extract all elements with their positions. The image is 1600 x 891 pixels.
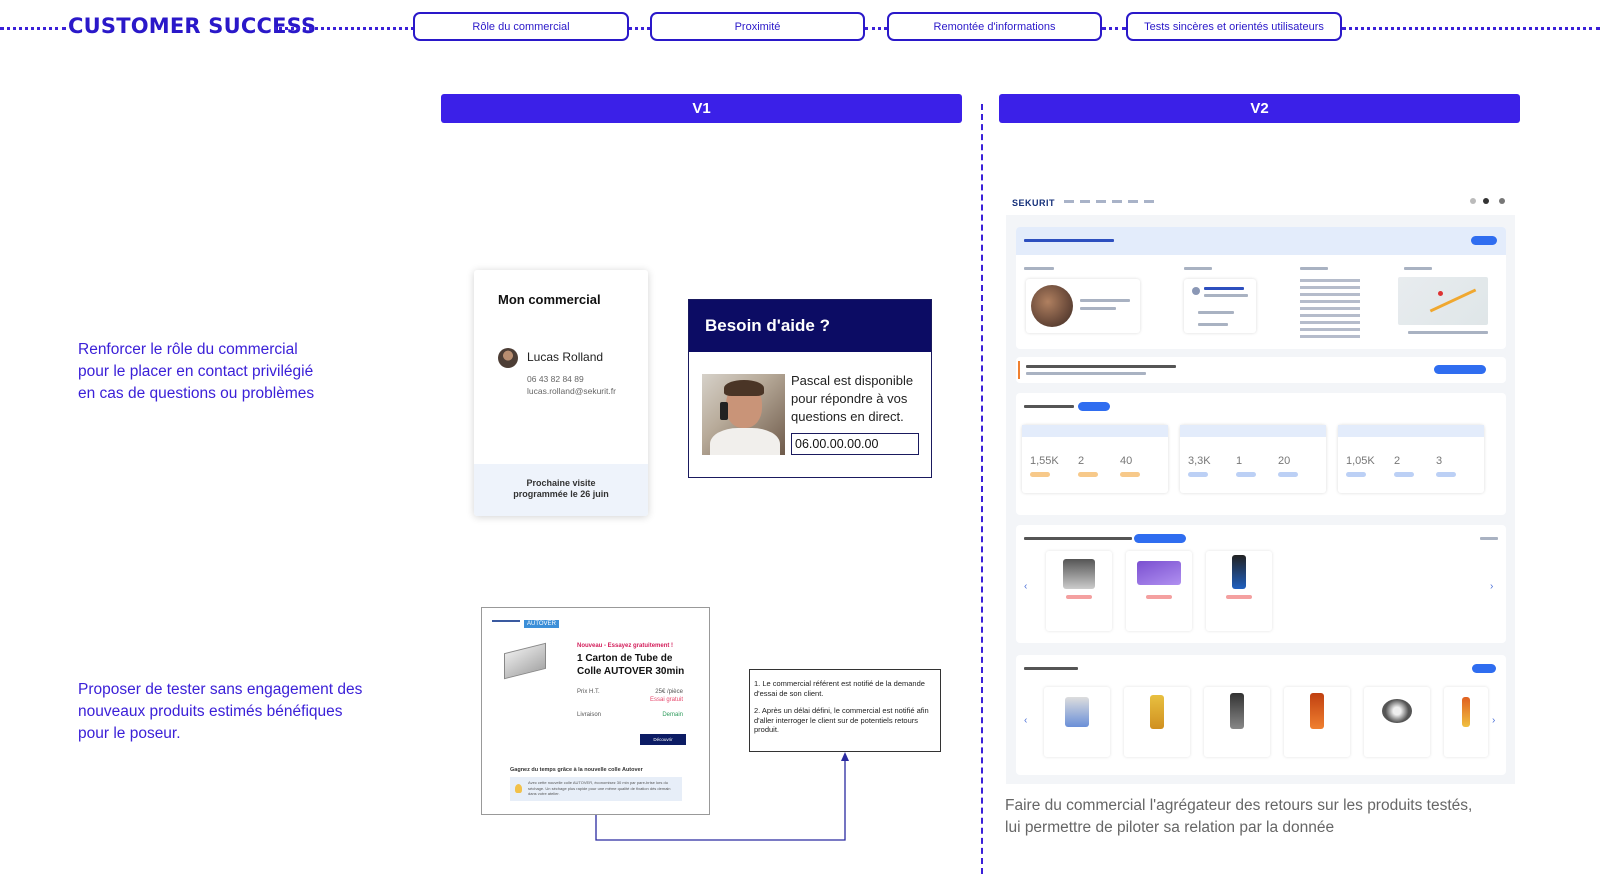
kpi-value: 40 bbox=[1120, 455, 1133, 467]
note-step-2: 2. Après un délai défini, le commercial … bbox=[754, 706, 929, 734]
dashboard-favorites-section: ‹ › bbox=[1016, 655, 1506, 775]
kpi-value: 3,3K bbox=[1188, 455, 1211, 467]
carousel-right-icon[interactable]: › bbox=[1492, 715, 1495, 726]
user-icon bbox=[1470, 198, 1476, 204]
kpi-value: 20 bbox=[1278, 455, 1291, 467]
v2-caption: Faire du commercial l'agrégateur des ret… bbox=[1005, 797, 1473, 836]
dashboard-team-section bbox=[1016, 227, 1506, 349]
dashboard-products-test-section: ‹ › bbox=[1016, 525, 1506, 643]
kpi-value: 2 bbox=[1394, 455, 1401, 467]
bell-icon bbox=[1483, 198, 1489, 204]
kpi-value: 3 bbox=[1436, 455, 1443, 467]
kpi-value: 1,05K bbox=[1346, 455, 1375, 467]
sekurit-dashboard-screenshot: SEKURIT 1,55K 2 40 3,3K 1 20 1,05K 2 3 ‹… bbox=[1006, 189, 1515, 784]
kpi-value: 1 bbox=[1236, 455, 1243, 467]
dashboard-performance-section: 1,55K 2 40 3,3K 1 20 1,05K 2 3 bbox=[1016, 393, 1506, 515]
dashboard-alert-bar bbox=[1016, 357, 1506, 383]
avatar-icon bbox=[1499, 198, 1505, 204]
sekurit-logo: SEKURIT bbox=[1012, 198, 1056, 208]
note-step-1: 1. Le commercial référent est notifié de… bbox=[754, 679, 925, 698]
arrow-up-icon bbox=[841, 752, 849, 761]
kpi-value: 2 bbox=[1078, 455, 1085, 467]
carousel-left-icon[interactable]: ‹ bbox=[1024, 715, 1027, 726]
dashboard-nav bbox=[1064, 200, 1154, 203]
carousel-left-icon[interactable]: ‹ bbox=[1024, 581, 1027, 592]
carousel-right-icon[interactable]: › bbox=[1490, 581, 1493, 592]
dashboard-topbar: SEKURIT bbox=[1006, 189, 1515, 215]
kpi-value: 1,55K bbox=[1030, 455, 1059, 467]
notification-notes: 1. Le commercial référent est notifié de… bbox=[749, 669, 941, 752]
